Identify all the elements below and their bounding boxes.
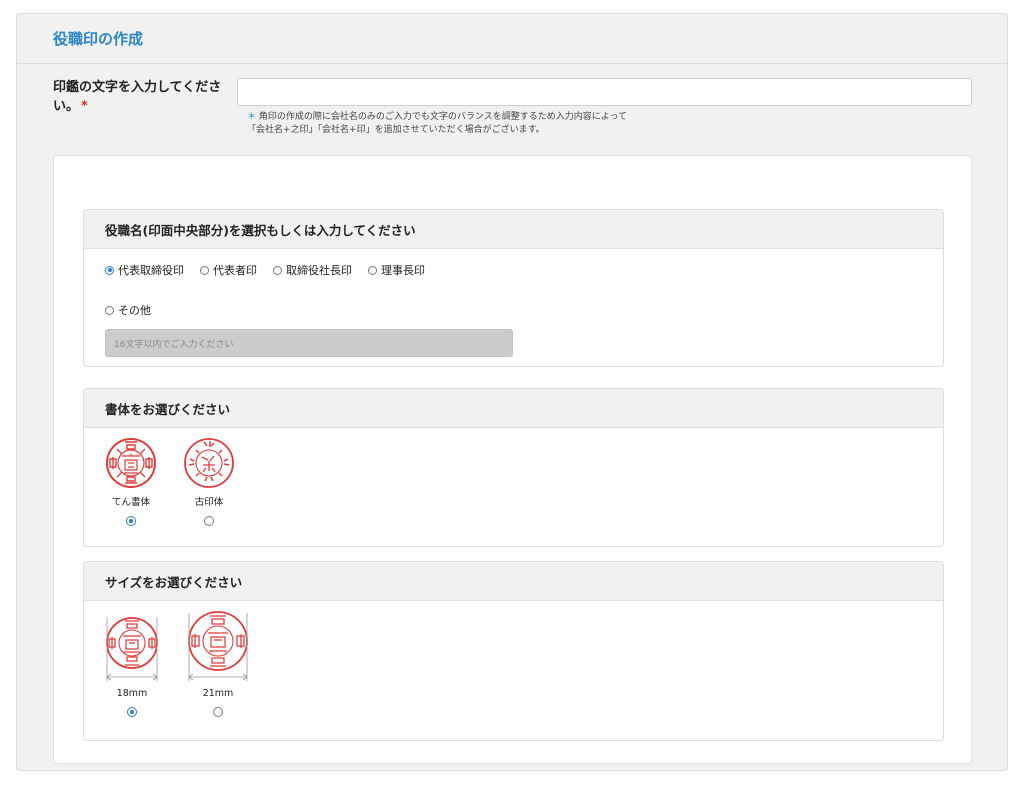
page-title: 役職印の作成 [53, 30, 144, 48]
position-option-2[interactable]: 取締役社長印 [273, 262, 352, 278]
radio-icon [273, 265, 282, 275]
size-option-18mm[interactable]: 18mm [103, 613, 161, 717]
size-heading: サイズをお選びください [84, 562, 943, 601]
font-card: 書体をお選びください てん書体 古印体 [83, 388, 944, 547]
position-heading: 役職名(印面中央部分)を選択もしくは入力してください [84, 210, 943, 249]
seal-text-input[interactable] [237, 78, 972, 106]
tensho-seal-icon [106, 438, 156, 488]
position-option-3[interactable]: 理事長印 [368, 262, 425, 278]
radio-icon [368, 265, 377, 275]
position-other-row: その他 [105, 302, 167, 318]
font-option-tensho[interactable]: てん書体 [105, 437, 157, 526]
panel-header: 役職印の作成 [17, 14, 1007, 64]
radio-icon [126, 516, 136, 526]
other-position-input[interactable]: 16文字以内でご入力ください [105, 329, 513, 357]
required-mark: * [81, 99, 88, 114]
position-option-other[interactable]: その他 [105, 302, 151, 318]
options-container: 役職名(印面中央部分)を選択もしくは入力してください 代表取締役印 代表者印 取… [53, 155, 972, 764]
position-option-0[interactable]: 代表取締役印 [105, 262, 184, 278]
seal-text-label: 印鑑の文字を入力してください。 * [53, 80, 222, 114]
koin-seal-icon [184, 438, 234, 488]
size-option-21mm[interactable]: 21mm [186, 609, 250, 717]
seal-21mm-icon [188, 611, 248, 681]
size-card: サイズをお選びください 18mm 21mm [83, 561, 944, 741]
radio-icon [204, 516, 214, 526]
radio-icon [127, 707, 137, 717]
radio-icon [213, 707, 223, 717]
font-option-koin[interactable]: 古印体 [183, 437, 235, 526]
position-card: 役職名(印面中央部分)を選択もしくは入力してください 代表取締役印 代表者印 取… [83, 209, 944, 367]
seal-creation-panel: 役職印の作成 印鑑の文字を入力してください。 * ＊ 角印の作成の際に会社名のみの… [16, 13, 1008, 771]
radio-icon [200, 265, 209, 275]
font-heading: 書体をお選びください [84, 389, 943, 428]
note-mark: ＊ [247, 112, 257, 122]
position-options: 代表取締役印 代表者印 取締役社長印 理事長印 [105, 262, 441, 278]
seal-18mm-icon [106, 617, 158, 681]
radio-icon [105, 305, 114, 315]
seal-text-note: ＊ 角印の作成の際に会社名のみのご入力でも文字のバランスを調整するため入力内容に… [247, 112, 627, 135]
radio-icon [105, 265, 114, 275]
position-option-1[interactable]: 代表者印 [200, 262, 257, 278]
